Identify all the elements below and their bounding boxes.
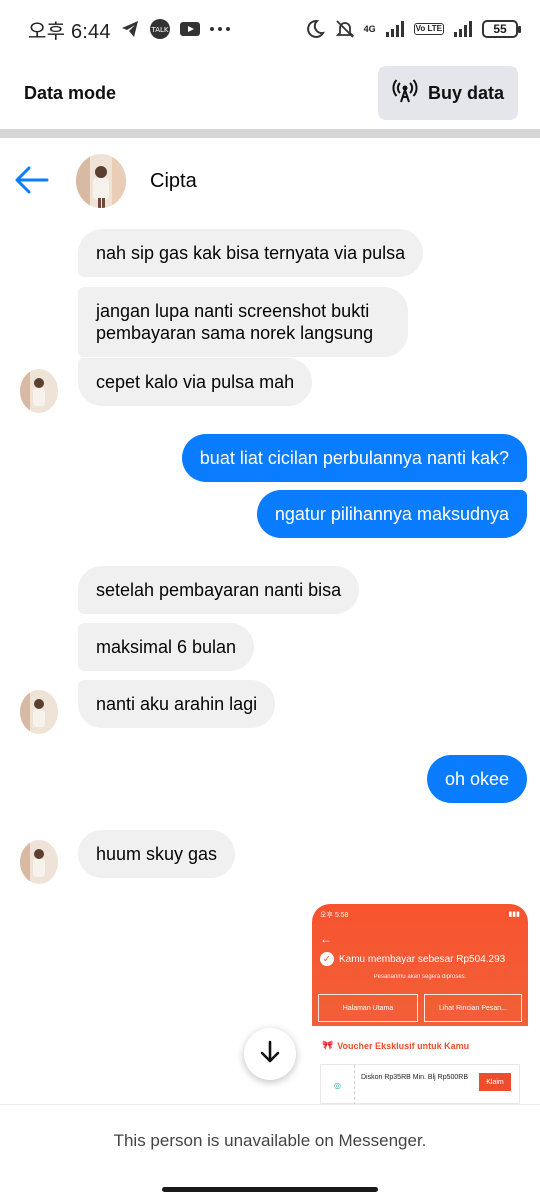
shared-image-back-icon: ← bbox=[320, 932, 332, 946]
voucher-text: Diskon Rp35RB Min. Blj Rp500RB bbox=[361, 1074, 468, 1081]
shared-image-header: 오후 5:58 ▮▮▮ ← ✓ Kamu membayar sebesar Rp… bbox=[312, 904, 528, 1026]
svg-text:TALK: TALK bbox=[150, 26, 168, 34]
sender-avatar[interactable] bbox=[20, 840, 58, 884]
footer: This person is unavailable on Messenger. bbox=[0, 1104, 540, 1200]
shared-image-button-home: Halaman Utama bbox=[318, 994, 418, 1022]
message-incoming[interactable]: huum skuy gas bbox=[78, 830, 236, 878]
message-outgoing[interactable]: oh okee bbox=[426, 755, 527, 803]
back-arrow-icon[interactable] bbox=[14, 162, 50, 198]
shared-image-sub-text: Pesananmu akan segera diproses. bbox=[373, 974, 467, 980]
scroll-to-bottom-button[interactable] bbox=[244, 1028, 296, 1080]
contact-avatar[interactable] bbox=[76, 154, 126, 208]
voucher-title-text: Voucher Eksklusif untuk Kamu bbox=[337, 1040, 470, 1051]
shared-image-voucher-section: 🎀 Voucher Eksklusif untuk Kamu ◎ Diskon … bbox=[312, 1026, 528, 1104]
shared-image-status-icons: ▮▮▮ bbox=[508, 911, 520, 918]
check-icon: ✓ bbox=[320, 952, 334, 966]
youtube-icon bbox=[179, 18, 201, 40]
shared-image-button-details: Lihat Rincian Pesan... bbox=[424, 994, 522, 1022]
voucher-ribbon-icon: 🎀 bbox=[322, 1040, 334, 1050]
status-left: 오후 6:44 TALK bbox=[28, 15, 231, 44]
shared-image-status-time: 오후 5:58 bbox=[320, 912, 349, 919]
message-outgoing[interactable]: buat liat cicilan perbulannya nanti kak? bbox=[181, 434, 527, 482]
message-text: oh okee bbox=[444, 769, 509, 789]
sender-avatar[interactable] bbox=[20, 369, 58, 413]
message-text: buat liat cicilan perbulannya nanti kak? bbox=[199, 448, 509, 468]
sender-avatar[interactable] bbox=[20, 690, 58, 734]
signal-2-icon bbox=[452, 18, 474, 40]
shared-image-paid-row: ✓ Kamu membayar sebesar Rp504.293 bbox=[320, 952, 505, 966]
signal-icon bbox=[384, 18, 406, 40]
talk-icon: TALK bbox=[149, 18, 171, 40]
shared-image-voucher-card: ◎ Diskon Rp35RB Min. Blj Rp500RB Klaim bbox=[320, 1064, 520, 1104]
volte-badge: Vo LTE bbox=[413, 23, 444, 35]
unavailable-notice: This person is unavailable on Messenger. bbox=[113, 1131, 427, 1150]
message-incoming[interactable]: maksimal 6 bulan bbox=[78, 623, 255, 671]
message-incoming[interactable]: nanti aku arahin lagi bbox=[78, 680, 276, 728]
message-incoming[interactable]: nah sip gas kak bisa ternyata via pulsa bbox=[78, 229, 424, 277]
message-text: setelah pembayaran nanti bisa bbox=[96, 580, 342, 600]
moon-icon bbox=[304, 18, 326, 40]
buy-data-button[interactable]: Buy data bbox=[378, 66, 518, 120]
voucher-klaim-button: Klaim bbox=[479, 1073, 511, 1091]
mute-bell-icon bbox=[334, 18, 356, 40]
shared-image-paid-text: Kamu membayar sebesar Rp504.293 bbox=[339, 953, 506, 965]
more-notifications-icon bbox=[209, 18, 231, 40]
chat-header: Cipta bbox=[0, 140, 540, 222]
data-mode-bar: Data mode Buy data bbox=[0, 58, 540, 128]
message-incoming[interactable]: setelah pembayaran nanti bisa bbox=[78, 566, 360, 614]
antenna-icon bbox=[392, 78, 418, 109]
message-outgoing[interactable]: ngatur pilihannya maksudnya bbox=[256, 490, 527, 538]
message-text: maksimal 6 bulan bbox=[96, 637, 237, 657]
status-bar: 오후 6:44 TALK 4G Vo LTE 55 bbox=[0, 0, 540, 58]
telegram-icon bbox=[119, 18, 141, 40]
home-indicator[interactable] bbox=[162, 1187, 378, 1192]
voucher-logo-icon: ◎ bbox=[321, 1065, 355, 1104]
contact-name[interactable]: Cipta bbox=[150, 170, 197, 193]
message-text: huum skuy gas bbox=[96, 844, 218, 864]
shared-image[interactable]: 오후 5:58 ▮▮▮ ← ✓ Kamu membayar sebesar Rp… bbox=[312, 904, 528, 1104]
buy-data-label: Buy data bbox=[427, 82, 505, 103]
message-incoming[interactable]: cepet kalo via pulsa mah bbox=[78, 358, 313, 406]
data-mode-label: Data mode bbox=[24, 82, 117, 103]
message-text: cepet kalo via pulsa mah bbox=[96, 372, 295, 392]
status-right: 4G Vo LTE 55 bbox=[304, 18, 521, 40]
arrow-down-icon bbox=[259, 1040, 281, 1069]
message-incoming[interactable]: jangan lupa nanti screenshot bukti pemba… bbox=[78, 287, 408, 357]
message-text: jangan lupa nanti screenshot bukti pemba… bbox=[96, 301, 374, 343]
shared-image-voucher-title: 🎀 Voucher Eksklusif untuk Kamu bbox=[322, 1040, 469, 1051]
battery-indicator: 55 bbox=[482, 20, 521, 38]
message-text: nah sip gas kak bisa ternyata via pulsa bbox=[96, 243, 406, 263]
message-text: nanti aku arahin lagi bbox=[96, 694, 258, 714]
divider bbox=[0, 129, 540, 138]
network-4g-label: 4G bbox=[363, 23, 376, 34]
message-text: ngatur pilihannya maksudnya bbox=[274, 504, 509, 524]
status-time: 오후 6:44 bbox=[28, 20, 111, 43]
